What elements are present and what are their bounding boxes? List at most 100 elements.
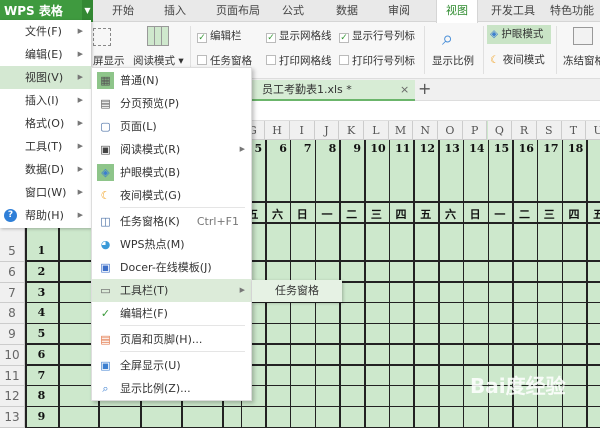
column-header[interactable]: I <box>289 121 315 140</box>
close-icon[interactable]: × <box>400 80 409 100</box>
eye-mode-button[interactable]: ◈ 护眼模式 <box>487 25 551 44</box>
serial-cell[interactable]: 5 <box>25 327 58 341</box>
row-header[interactable]: 13 <box>0 407 25 428</box>
toolbar-submenu-item-task-pane[interactable]: 任务窗格 <box>252 280 342 302</box>
tab-3[interactable]: 公式 <box>278 0 308 22</box>
main-menu-item[interactable]: 插入(I) ▶ <box>0 89 91 112</box>
view-menu-item[interactable]: ◫ 任务窗格(K) Ctrl+F1 <box>92 210 251 233</box>
weekday-cell[interactable]: 五 <box>413 206 438 222</box>
view-menu-item[interactable]: ◕ WPS热点(M) <box>92 233 251 256</box>
tab-2[interactable]: 页面布局 <box>212 0 264 22</box>
row-header[interactable]: 5 <box>0 241 25 262</box>
weekday-cell[interactable]: 日 <box>290 206 315 222</box>
night-mode-button[interactable]: ☾ 夜间模式 <box>490 52 545 67</box>
view-menu-item[interactable]: ▣ 全屏显示(U) <box>92 354 251 377</box>
date-cell[interactable]: 8 <box>315 142 337 155</box>
serial-cell[interactable]: 2 <box>25 265 58 279</box>
tab-5[interactable]: 审阅 <box>384 0 414 22</box>
column-header[interactable]: Q <box>487 121 513 140</box>
serial-cell[interactable]: 1 <box>25 244 58 258</box>
row-header[interactable]: 11 <box>0 365 25 387</box>
tab-0[interactable]: 开始 <box>108 0 138 22</box>
wps-app-menu-button[interactable]: WPS 表格 <box>0 0 82 22</box>
weekday-cell[interactable]: 六 <box>438 206 463 222</box>
serial-cell[interactable]: 9 <box>25 410 58 424</box>
zoom-button[interactable]: 显示比例 <box>432 53 474 68</box>
weekday-cell[interactable]: 日 <box>463 206 488 222</box>
date-cell[interactable]: 14 <box>463 142 484 155</box>
chevron-down-icon[interactable]: ▼ <box>82 0 93 22</box>
weekday-cell[interactable]: 一 <box>315 206 340 222</box>
view-menu-item[interactable]: ▤ 页眉和页脚(H)... <box>92 328 251 351</box>
tab-4[interactable]: 数据 <box>332 0 362 22</box>
column-header[interactable]: O <box>438 121 463 140</box>
column-header[interactable]: R <box>512 121 537 140</box>
view-menu-item[interactable]: ▭ 工具栏(T) ▶ <box>92 279 251 302</box>
serial-cell[interactable]: 4 <box>25 306 58 320</box>
view-menu-item[interactable]: ⌕ 显示比例(Z)... <box>92 377 251 400</box>
reading-mode-button[interactable]: 阅读模式 ▾ <box>133 53 184 68</box>
print-headers-checkbox[interactable]: 打印行号列标 <box>339 53 415 68</box>
date-cell[interactable]: 9 <box>339 142 361 155</box>
column-header[interactable]: U <box>586 121 600 140</box>
fullscreen-button[interactable]: 屏显示 <box>93 53 125 68</box>
main-menu-item[interactable]: 工具(T) ▶ <box>0 135 91 158</box>
view-menu-item[interactable]: ▤ 分页预览(P) <box>92 92 251 115</box>
document-tab[interactable]: 员工考勤表1.xls * × <box>250 80 415 101</box>
edit-bar-checkbox[interactable]: ✓ 编辑栏 <box>197 28 242 43</box>
date-cell[interactable]: 12 <box>413 142 435 155</box>
view-menu-item[interactable]: ▣ 阅读模式(R) ▶ <box>92 138 251 161</box>
weekday-cell[interactable]: 二 <box>339 206 364 222</box>
column-header[interactable]: M <box>388 121 414 140</box>
weekday-cell[interactable]: 四 <box>389 206 414 222</box>
task-pane-checkbox[interactable]: 任务窗格 <box>197 53 252 68</box>
date-cell[interactable]: 15 <box>488 142 509 155</box>
new-tab-button[interactable]: + <box>418 79 431 98</box>
row-header[interactable]: 7 <box>0 282 25 304</box>
date-cell[interactable]: 16 <box>512 142 534 155</box>
weekday-cell[interactable]: 一 <box>488 206 513 222</box>
tab-8[interactable]: 特色功能 <box>548 0 596 22</box>
weekday-cell[interactable]: 二 <box>512 206 537 222</box>
freeze-panes-button[interactable]: 冻结窗格 <box>563 53 600 68</box>
show-gridlines-checkbox[interactable]: ✓ 显示网格线 <box>266 28 332 43</box>
main-menu-item[interactable]: 文件(F) ▶ <box>0 20 91 43</box>
show-headers-checkbox[interactable]: ✓ 显示行号列标 <box>339 28 415 43</box>
serial-cell[interactable]: 3 <box>25 286 58 300</box>
column-header[interactable]: H <box>265 121 290 140</box>
column-header[interactable]: L <box>364 121 389 140</box>
serial-cell[interactable]: 8 <box>25 389 58 403</box>
column-header[interactable]: P <box>462 121 488 140</box>
main-menu-item[interactable]: 编辑(E) ▶ <box>0 43 91 66</box>
tab-1[interactable]: 插入 <box>160 0 190 22</box>
row-header[interactable]: 9 <box>0 324 25 345</box>
main-menu-item[interactable]: 帮助(H) ▶? <box>0 204 91 227</box>
row-header[interactable]: 12 <box>0 386 25 408</box>
column-header[interactable]: K <box>339 121 364 140</box>
weekday-cell[interactable]: 三 <box>537 206 562 222</box>
view-menu-item[interactable]: ☾ 夜间模式(G) <box>92 184 251 207</box>
weekday-cell[interactable]: 六 <box>265 206 290 222</box>
weekday-cell[interactable]: 五 <box>586 206 600 222</box>
serial-cell[interactable]: 6 <box>25 348 58 362</box>
view-menu-item[interactable]: ▦ 普通(N) <box>92 69 251 92</box>
column-header[interactable]: J <box>314 121 340 140</box>
view-menu-item[interactable]: ▣ Docer-在线模板(J) <box>92 256 251 279</box>
tab-7[interactable]: 开发工具 <box>488 0 538 22</box>
main-menu-item[interactable]: 格式(O) ▶ <box>0 112 91 135</box>
main-menu-item[interactable]: 视图(V) ▶ <box>0 66 91 89</box>
weekday-cell[interactable]: 三 <box>364 206 389 222</box>
date-cell[interactable]: 18 <box>562 142 583 155</box>
print-gridlines-checkbox[interactable]: 打印网格线 <box>266 53 332 68</box>
tab-6[interactable]: 视图 <box>436 0 478 23</box>
row-header[interactable]: 10 <box>0 344 25 366</box>
column-header[interactable]: S <box>536 121 562 140</box>
main-menu-item[interactable]: 窗口(W) ▶ <box>0 181 91 204</box>
column-header[interactable]: T <box>561 121 587 140</box>
view-menu-item[interactable]: ✓ 编辑栏(F) <box>92 302 251 325</box>
date-cell[interactable]: 17 <box>537 142 558 155</box>
row-header[interactable]: 6 <box>0 261 25 283</box>
date-cell[interactable]: 13 <box>438 142 459 155</box>
row-header[interactable]: 8 <box>0 303 25 325</box>
weekday-cell[interactable]: 四 <box>562 206 587 222</box>
